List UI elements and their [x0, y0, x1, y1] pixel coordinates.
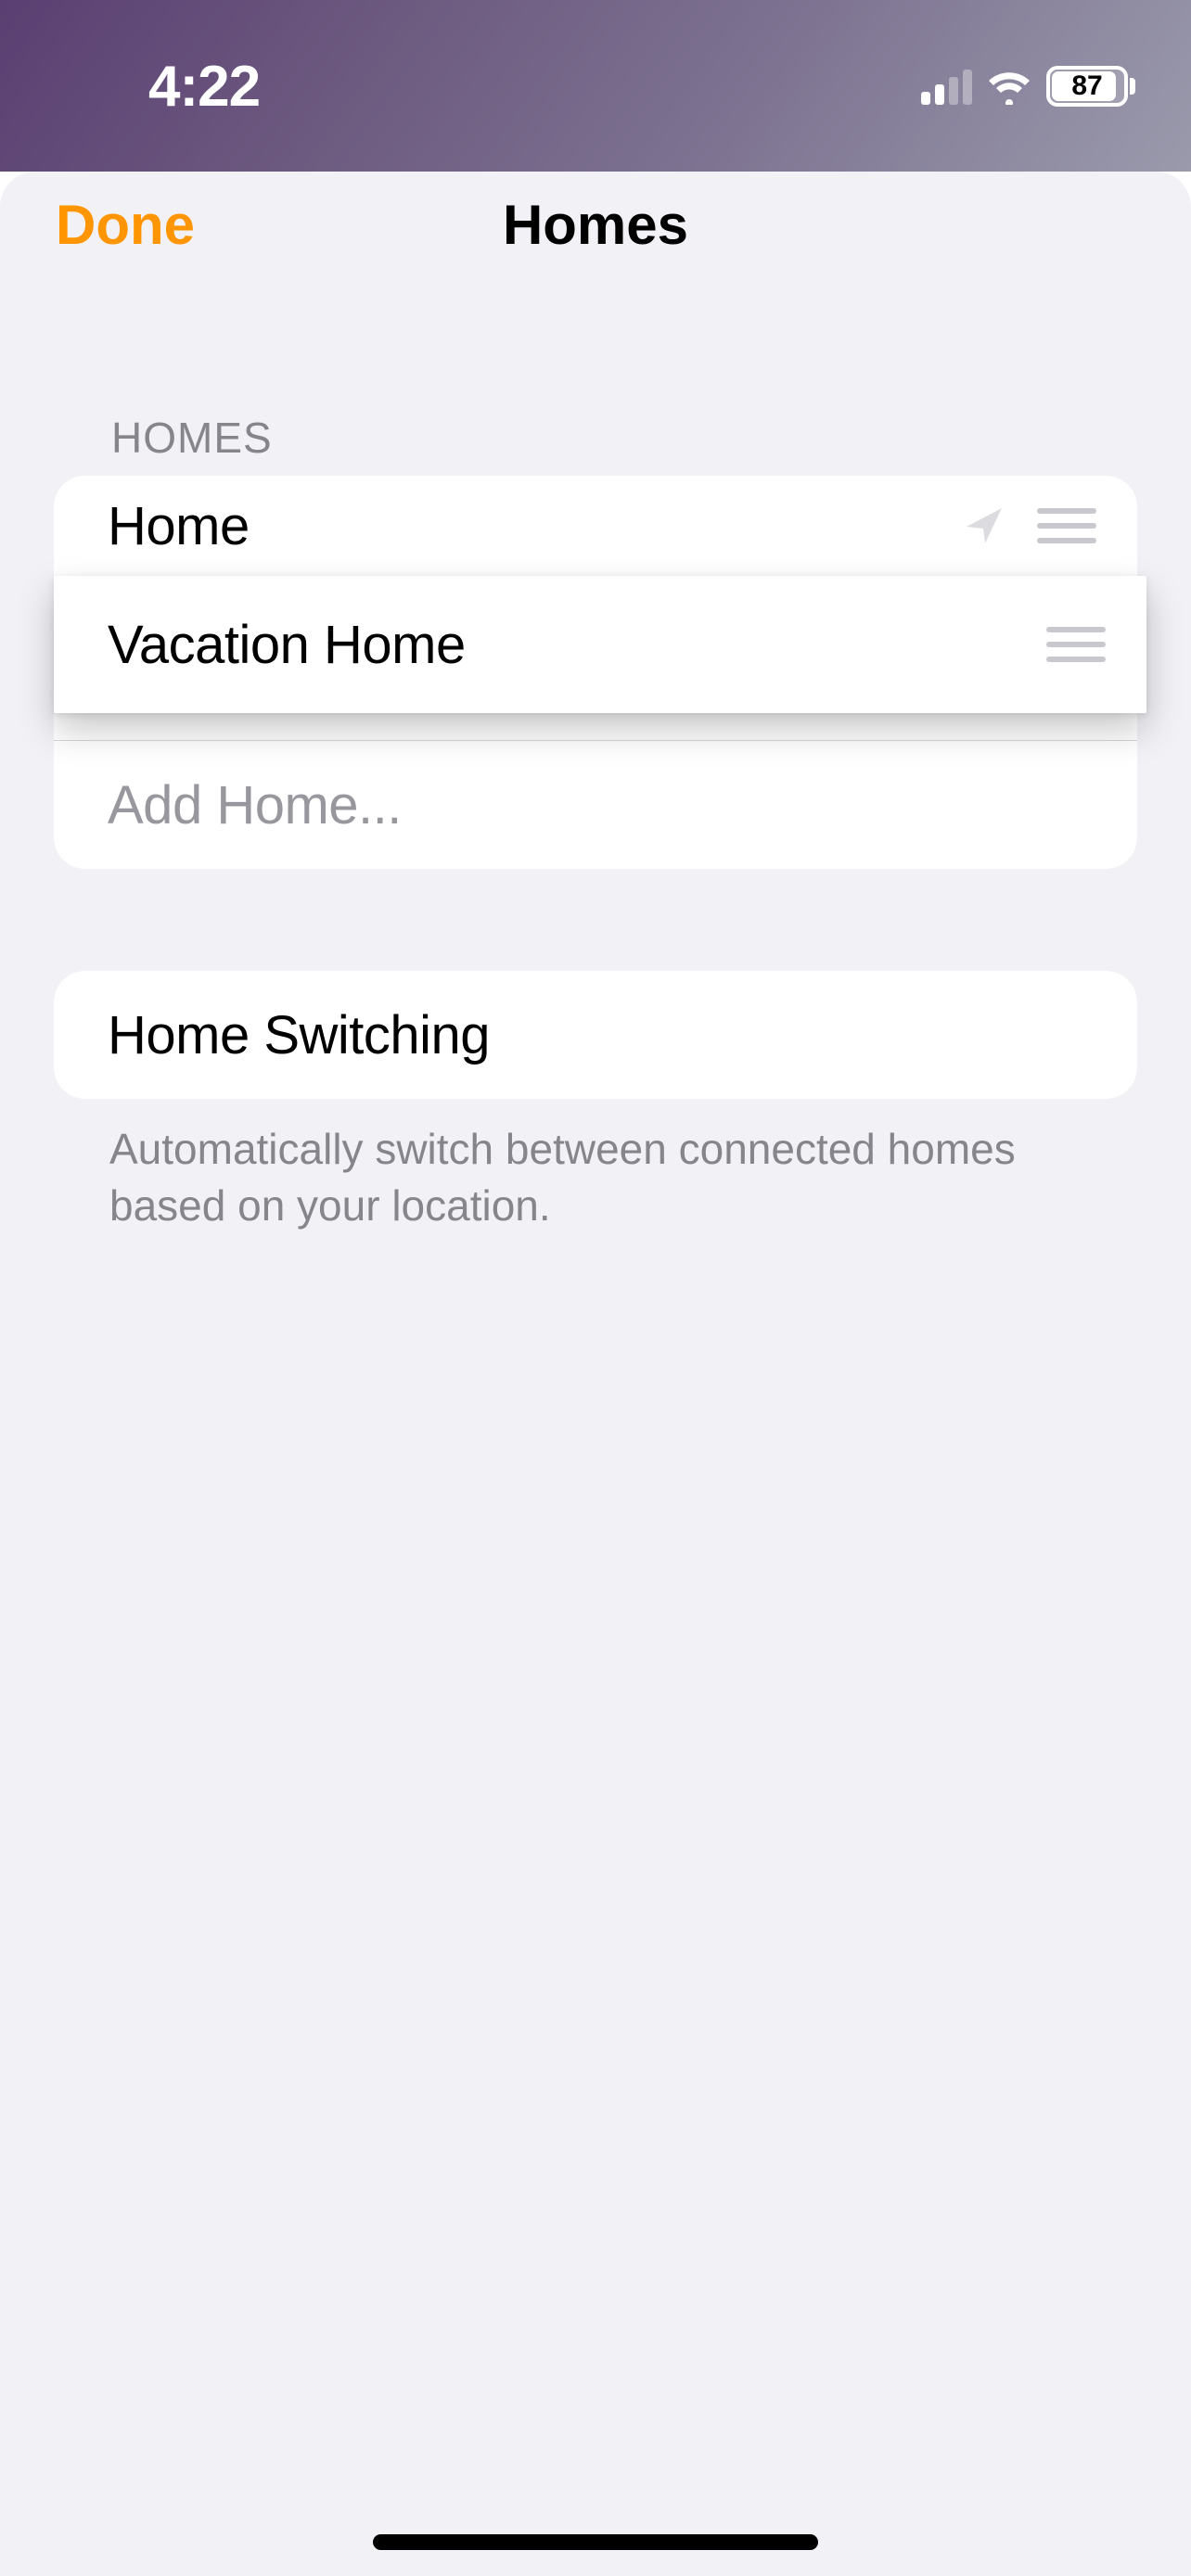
homes-section-header: HOMES	[111, 413, 1191, 463]
battery-indicator: 87	[1046, 66, 1135, 107]
home-switching-footer: Automatically switch between connected h…	[109, 1121, 1082, 1233]
home-switching-label: Home Switching	[108, 1004, 490, 1066]
location-arrow-icon	[963, 504, 1005, 547]
modal-sheet: Done Homes HOMES Home Vacation Home	[0, 172, 1191, 2576]
status-indicators: 87	[921, 66, 1135, 107]
home-indicator[interactable]	[373, 2534, 818, 2550]
add-home-row[interactable]: Add Home...	[54, 741, 1137, 869]
home-switching-row[interactable]: Home Switching	[54, 971, 1137, 1099]
home-switching-group: Home Switching	[54, 971, 1137, 1099]
battery-percent: 87	[1071, 70, 1102, 102]
home-row[interactable]: Home	[54, 476, 1137, 576]
home-row-label: Home	[108, 495, 963, 557]
home-row-label: Vacation Home	[108, 614, 1043, 676]
reorder-handle-icon[interactable]	[1043, 621, 1109, 668]
done-button[interactable]: Done	[56, 193, 195, 257]
add-home-group: Add Home...	[54, 741, 1137, 869]
status-bar-background: 4:22 87	[0, 0, 1191, 172]
reorder-handle-icon[interactable]	[1033, 503, 1100, 549]
navigation-bar: Done Homes	[0, 172, 1191, 278]
home-row-dragging[interactable]: Vacation Home	[54, 576, 1146, 713]
status-time: 4:22	[148, 54, 260, 120]
status-bar: 4:22 87	[0, 35, 1191, 137]
add-home-label: Add Home...	[108, 774, 402, 836]
wifi-icon	[985, 68, 1033, 105]
homes-list: Home Vacation Home	[54, 476, 1137, 676]
cellular-signal-icon	[921, 68, 972, 105]
home-row-dragging-slot: Vacation Home	[54, 576, 1137, 676]
